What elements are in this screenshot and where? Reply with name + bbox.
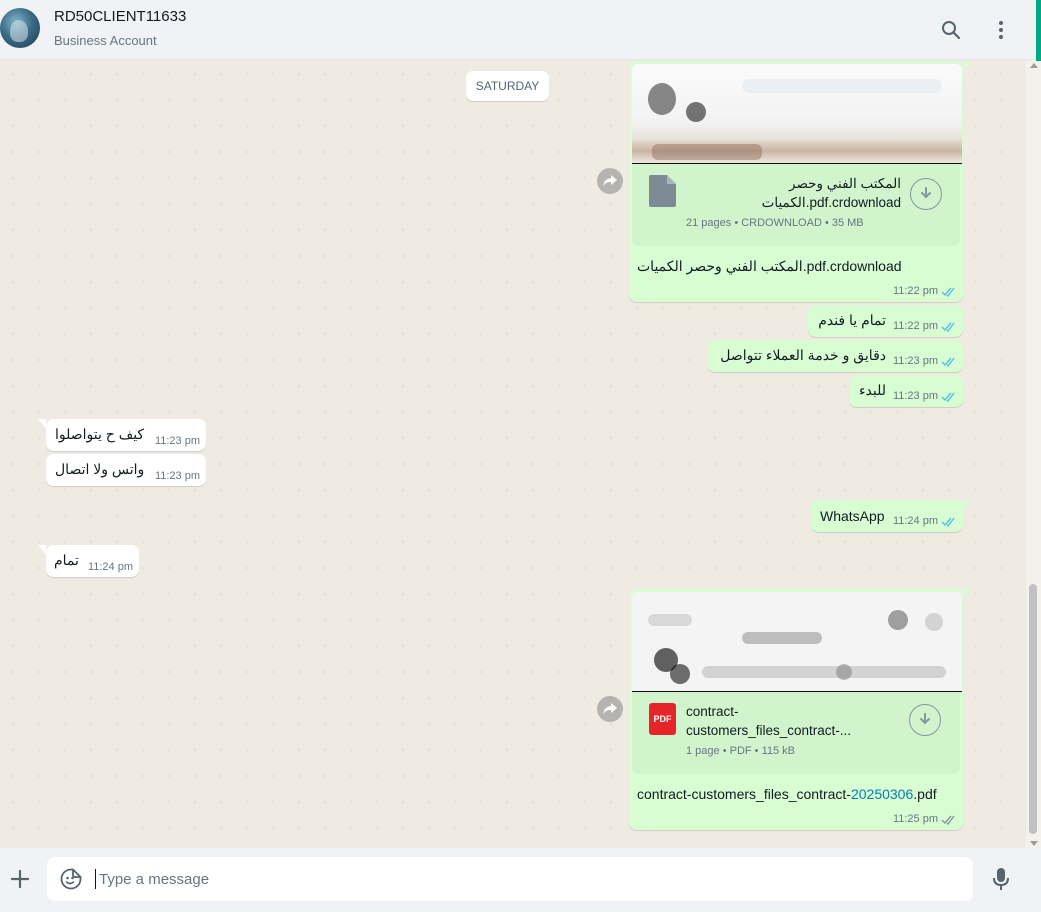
- forward-icon: [603, 703, 617, 714]
- message-list[interactable]: SATURDAY المكتب الفني وحصر الكميات.pdf.c…: [0, 61, 1026, 848]
- message-text: كيف ح يتواصلوا: [55, 426, 145, 442]
- message-text: للبدء: [858, 382, 886, 398]
- document-message[interactable]: PDF contract- customers_files_contract-.…: [629, 589, 971, 830]
- message-meta: 11:23 pm: [155, 435, 200, 447]
- document-card[interactable]: المكتب الفني وحصر الكميات.pdf.crdownload…: [632, 164, 960, 246]
- download-button[interactable]: [909, 704, 941, 736]
- message-bubble[interactable]: تمام 11:24 pm: [38, 545, 139, 577]
- message-time: 11:24 pm: [892, 515, 938, 527]
- message-time: 11:23 pm: [154, 435, 200, 447]
- plus-icon: [10, 869, 30, 889]
- message-meta: 11:22 pm: [893, 320, 957, 332]
- caption-text: .pdf: [913, 786, 937, 802]
- scroll-up-arrow[interactable]: [1030, 63, 1038, 68]
- message-bubble[interactable]: WhatsApp 11:24 pm: [811, 500, 971, 532]
- read-ticks-icon: [941, 322, 955, 332]
- sticker-button[interactable]: [56, 864, 86, 894]
- document-filename-line: customers_files_contract-...: [686, 723, 852, 738]
- message-meta: 11:24 pm: [893, 515, 957, 527]
- scroll-thumb[interactable]: [1029, 584, 1037, 834]
- read-ticks-icon: [941, 392, 955, 402]
- document-message[interactable]: المكتب الفني وحصر الكميات.pdf.crdownload…: [629, 61, 971, 302]
- message-text: تمام يا فندم: [818, 312, 886, 328]
- message-time: 11:25 pm: [892, 813, 938, 825]
- message-input[interactable]: [95, 869, 945, 889]
- message-time: 11:22 pm: [892, 285, 938, 297]
- read-ticks-icon: [941, 287, 955, 297]
- chat-header: RD50CLIENT11633 Business Account: [0, 0, 1041, 60]
- message-time: 11:23 pm: [154, 470, 200, 482]
- contact-avatar[interactable]: [0, 8, 40, 48]
- document-filename: contract- customers_files_contract-...: [686, 702, 851, 740]
- download-icon: [921, 187, 931, 199]
- message-time: 11:22 pm: [892, 320, 938, 332]
- message-bubble[interactable]: للبدء 11:23 pm: [849, 375, 963, 407]
- caption-text: contract-customers_files_contract-: [637, 786, 851, 802]
- voice-record-button[interactable]: [986, 864, 1016, 894]
- message-bubble[interactable]: تمام يا فندم 11:22 pm: [808, 305, 963, 337]
- attach-button[interactable]: [5, 864, 35, 894]
- document-card[interactable]: PDF contract- customers_files_contract-.…: [632, 692, 960, 774]
- message-text: دقايق و خدمة العملاء تتواصل: [720, 347, 886, 363]
- message-meta: 11:23 pm: [155, 470, 200, 482]
- message-time: 11:24 pm: [87, 561, 133, 573]
- menu-icon: [999, 21, 1003, 39]
- forward-button[interactable]: [597, 696, 623, 722]
- message-meta: 11:25 pm: [893, 813, 957, 825]
- contact-name[interactable]: RD50CLIENT11633: [54, 8, 186, 25]
- scroll-down-arrow[interactable]: [1030, 841, 1038, 846]
- message-meta: 11:23 pm: [893, 390, 957, 402]
- message-bubble[interactable]: واتس ولا اتصال 11:23 pm: [46, 454, 206, 486]
- message-text: contract-customers_files_contract-202503…: [637, 786, 937, 802]
- sticker-icon: [60, 868, 82, 890]
- message-bubble[interactable]: دقايق و خدمة العملاء تتواصل 11:23 pm: [707, 340, 963, 372]
- forward-icon: [603, 175, 617, 186]
- sent-ticks-icon: [941, 815, 955, 825]
- search-icon: [942, 21, 961, 40]
- message-time: 11:23 pm: [892, 355, 938, 367]
- message-text: تمام: [54, 552, 79, 568]
- search-button[interactable]: [934, 13, 968, 47]
- document-info: 1 page • PDF • 115 kB: [686, 745, 796, 757]
- menu-button[interactable]: [984, 13, 1018, 47]
- message-input-box[interactable]: [47, 857, 973, 901]
- document-preview[interactable]: [632, 592, 962, 692]
- read-ticks-icon: [941, 357, 955, 367]
- message-text: WhatsApp: [820, 508, 885, 524]
- message-text: المكتب الفني وحصر الكميات.pdf.crdownload: [637, 258, 902, 274]
- download-icon: [920, 713, 930, 725]
- document-filename: المكتب الفني وحصر الكميات.pdf.crdownload: [762, 174, 901, 212]
- message-meta: 11:23 pm: [893, 355, 957, 367]
- chat-scrollbar[interactable]: [1026, 61, 1041, 848]
- document-preview[interactable]: [632, 64, 962, 164]
- composer: [0, 848, 1041, 912]
- pdf-icon: PDF: [649, 703, 676, 735]
- message-meta: 11:22 pm: [893, 285, 957, 297]
- microphone-icon: [993, 868, 1009, 890]
- message-text: واتس ولا اتصال: [55, 461, 145, 477]
- read-ticks-icon: [941, 517, 955, 527]
- document-info: 21 pages • CRDOWNLOAD • 35 MB: [686, 217, 864, 229]
- message-time: 11:23 pm: [892, 390, 938, 402]
- document-icon: [649, 175, 676, 207]
- document-filename-line: الكميات.pdf.crdownload: [761, 195, 901, 210]
- forward-button[interactable]: [597, 168, 623, 194]
- message-bubble[interactable]: كيف ح يتواصلوا 11:23 pm: [38, 419, 206, 451]
- date-divider: SATURDAY: [466, 71, 549, 101]
- document-filename-line: contract-: [686, 704, 739, 719]
- document-filename-line: المكتب الفني وحصر: [789, 176, 901, 191]
- caption-link[interactable]: 20250306: [851, 786, 913, 802]
- contact-subtitle: Business Account: [54, 33, 157, 48]
- download-button[interactable]: [910, 178, 942, 210]
- message-meta: 11:24 pm: [88, 561, 133, 573]
